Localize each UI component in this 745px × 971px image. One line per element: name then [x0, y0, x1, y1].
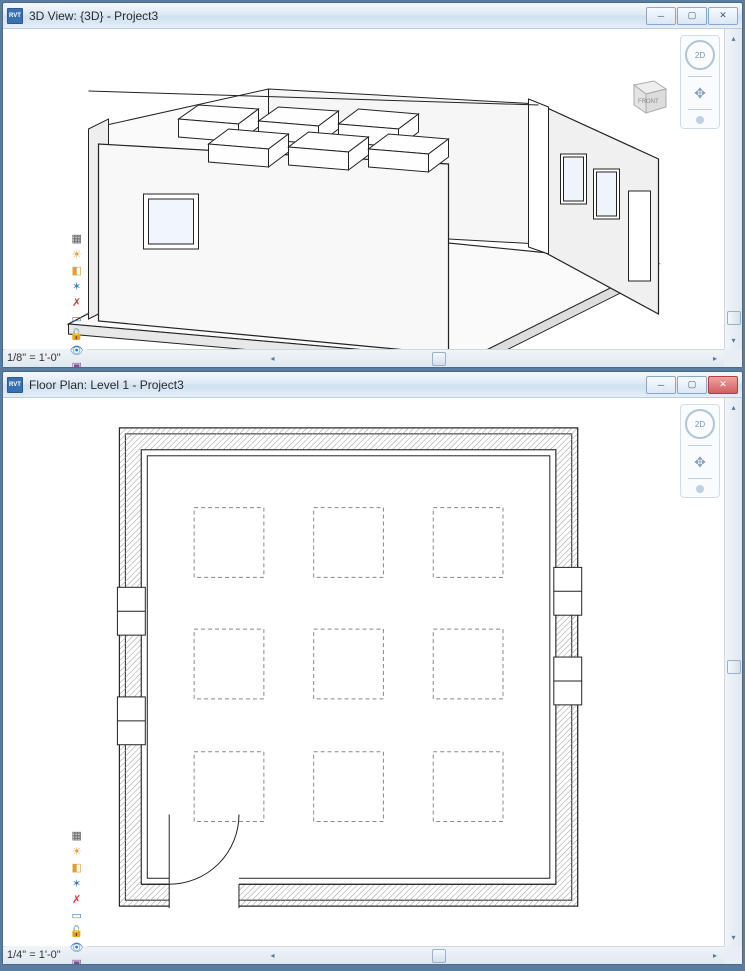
window-3d-view: RVT 3D View: {3D} - Project3 ─ ▢ ✕ [2, 2, 743, 368]
drawing-3d [3, 29, 724, 349]
scroll-thumb[interactable] [727, 311, 741, 325]
reveal-hidden-icon[interactable]: ▣ [69, 955, 85, 964]
navigation-bar[interactable]: 2D ✥ [680, 35, 720, 129]
navigation-bar[interactable]: 2D ✥ [680, 404, 720, 498]
temp-hide-icon[interactable]: 👁 [69, 939, 85, 955]
window-title: Floor Plan: Level 1 - Project3 [29, 378, 645, 392]
scroll-down-icon[interactable]: ▾ [725, 331, 742, 349]
horizontal-scrollbar[interactable]: 1/8" = 1'-0" ▦☀◧✶✗▭🔓👁▣◆ɸ💡▮⛓⊟✂ ◂ ▸ [3, 349, 724, 367]
viewport-3d[interactable]: FRONT 2D ✥ ▴ ▾ 1/8" = 1'-0" ▦☀◧✶✗▭🔓👁▣◆ɸ💡… [3, 29, 742, 367]
steering-wheel-icon[interactable]: 2D [685, 409, 715, 439]
scroll-thumb[interactable] [727, 660, 741, 674]
scrollbar-corner [724, 349, 742, 367]
nav-separator [688, 445, 712, 446]
view-control-bar: 1/8" = 1'-0" ▦☀◧✶✗▭🔓👁▣◆ɸ💡▮⛓⊟✂ [5, 349, 87, 367]
close-button[interactable]: ✕ [708, 376, 738, 394]
window-floor-plan: RVT Floor Plan: Level 1 - Project3 ─ ▢ ✕ [2, 371, 743, 965]
scroll-left-icon[interactable]: ◂ [264, 951, 282, 960]
viewcube-face-label: FRONT [638, 99, 659, 105]
vertical-scrollbar[interactable]: ▴ ▾ [724, 29, 742, 349]
steering-wheel-icon[interactable]: 2D [685, 40, 715, 70]
app-icon: RVT [7, 8, 23, 24]
shadows-icon[interactable]: ◧ [69, 262, 85, 278]
sun-path-icon[interactable]: ☀ [69, 246, 85, 262]
scroll-up-icon[interactable]: ▴ [725, 29, 742, 47]
nav-expand-icon[interactable] [696, 116, 704, 124]
graphic-display-icon[interactable]: ▦ [69, 230, 85, 246]
scroll-up-icon[interactable]: ▴ [725, 398, 742, 416]
maximize-button[interactable]: ▢ [677, 7, 707, 25]
viewcube[interactable]: FRONT [626, 69, 672, 115]
nav-separator [688, 478, 712, 479]
rendering-icon[interactable]: ✶ [69, 278, 85, 294]
close-button[interactable]: ✕ [708, 7, 738, 25]
nav-separator [688, 109, 712, 110]
nav-expand-icon[interactable] [696, 485, 704, 493]
crop-off-icon[interactable]: ✗ [69, 294, 85, 310]
drawing-plan [3, 398, 724, 946]
rendering-icon[interactable]: ✶ [69, 875, 85, 891]
minimize-button[interactable]: ─ [646, 7, 676, 25]
sun-path-icon[interactable]: ☀ [69, 843, 85, 859]
crop-off-icon[interactable]: ✗ [69, 891, 85, 907]
viewport-plan[interactable]: 2D ✥ ▴ ▾ 1/4" = 1'-0" ▦☀◧✶✗▭🔓👁▣◆ɸ💡▮⛓⊟✂ ◂… [3, 398, 742, 964]
scroll-right-icon[interactable]: ▸ [706, 951, 724, 960]
unlock-icon[interactable]: 🔓 [69, 326, 85, 342]
nav-separator [688, 76, 712, 77]
scale-label[interactable]: 1/4" = 1'-0" [7, 949, 61, 961]
temp-hide-icon[interactable]: 👁 [69, 342, 85, 358]
graphic-display-icon[interactable]: ▦ [69, 827, 85, 843]
unlock-icon[interactable]: 🔓 [69, 923, 85, 939]
reveal-hidden-icon[interactable]: ▣ [69, 358, 85, 367]
crop-region-icon[interactable]: ▭ [69, 907, 85, 923]
scale-label[interactable]: 1/8" = 1'-0" [7, 352, 61, 364]
scroll-down-icon[interactable]: ▾ [725, 928, 742, 946]
titlebar-3d[interactable]: RVT 3D View: {3D} - Project3 ─ ▢ ✕ [3, 3, 742, 29]
scroll-right-icon[interactable]: ▸ [706, 354, 724, 363]
window-title: 3D View: {3D} - Project3 [29, 9, 645, 23]
crop-region-icon[interactable]: ▭ [69, 310, 85, 326]
scroll-thumb-h[interactable] [432, 352, 446, 366]
view-control-bar: 1/4" = 1'-0" ▦☀◧✶✗▭🔓👁▣◆ɸ💡▮⛓⊟✂ [5, 946, 87, 964]
scrollbar-corner [724, 946, 742, 964]
maximize-button[interactable]: ▢ [677, 376, 707, 394]
pan-icon[interactable]: ✥ [690, 83, 710, 103]
horizontal-scrollbar[interactable]: 1/4" = 1'-0" ▦☀◧✶✗▭🔓👁▣◆ɸ💡▮⛓⊟✂ ◂ ▸ [3, 946, 724, 964]
pan-icon[interactable]: ✥ [690, 452, 710, 472]
scroll-thumb-h[interactable] [432, 949, 446, 963]
minimize-button[interactable]: ─ [646, 376, 676, 394]
shadows-icon[interactable]: ◧ [69, 859, 85, 875]
vertical-scrollbar[interactable]: ▴ ▾ [724, 398, 742, 946]
scroll-left-icon[interactable]: ◂ [264, 354, 282, 363]
titlebar-plan[interactable]: RVT Floor Plan: Level 1 - Project3 ─ ▢ ✕ [3, 372, 742, 398]
app-icon: RVT [7, 377, 23, 393]
